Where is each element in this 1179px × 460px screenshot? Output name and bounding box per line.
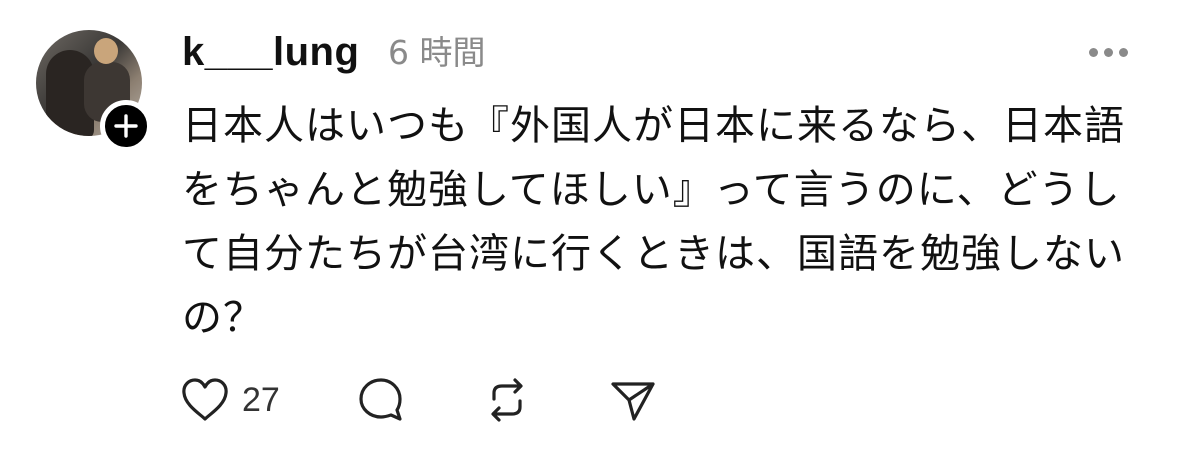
follow-button[interactable] [100, 100, 152, 152]
avatar-dog-shape [94, 38, 118, 64]
repost-button[interactable] [482, 375, 532, 425]
username[interactable]: k___lung [182, 28, 359, 76]
post-text: 日本人はいつも『外国人が日本に来るなら、日本語をちゃんと勉強してほしい』って言う… [182, 103, 1125, 341]
comment-bubble-icon [359, 378, 402, 421]
like-button[interactable]: 27 [180, 377, 280, 423]
more-dot [1089, 47, 1098, 57]
comment-button[interactable] [356, 375, 406, 425]
avatar-wrapper [36, 30, 152, 152]
send-icon [611, 382, 655, 421]
heart-icon [182, 378, 228, 421]
more-dot [1119, 47, 1128, 57]
share-button[interactable] [608, 375, 658, 425]
plus-icon [114, 114, 138, 138]
more-horizontal-icon[interactable] [1089, 40, 1133, 64]
post-timestamp: 6 時間 [388, 33, 486, 72]
more-dot [1104, 47, 1113, 57]
like-count: 27 [242, 380, 280, 419]
post-actions: 27 [180, 372, 658, 428]
repost-icon [491, 378, 523, 422]
